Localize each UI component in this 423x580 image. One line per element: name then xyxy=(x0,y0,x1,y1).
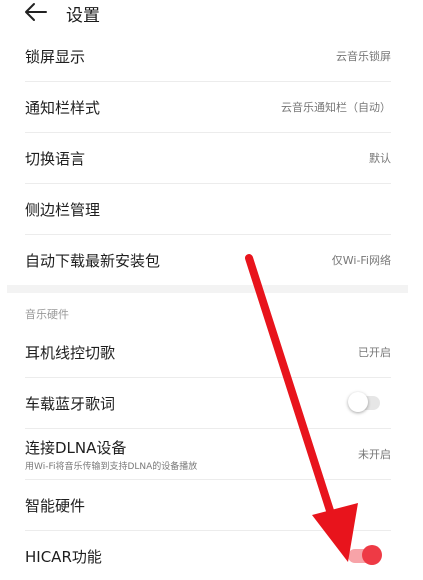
row-label: 通知栏样式 xyxy=(25,98,101,117)
divider xyxy=(25,234,391,235)
row-sublabel: 用Wi-Fi将音乐传输到支持DLNA的设备播放 xyxy=(25,462,198,472)
row-label: 切换语言 xyxy=(25,149,86,168)
row-smart-hardware[interactable]: 智能硬件 xyxy=(0,487,423,523)
row-headset-control[interactable]: 耳机线控切歌 已开启 xyxy=(0,334,423,370)
row-language[interactable]: 切换语言 默认 xyxy=(0,140,423,176)
toggle-knob xyxy=(362,545,382,565)
toggle-knob xyxy=(348,392,368,412)
hicar-toggle[interactable] xyxy=(348,545,382,565)
divider xyxy=(25,377,391,378)
row-car-bluetooth-lyrics[interactable]: 车载蓝牙歌词 xyxy=(0,385,423,421)
row-value: 默认 xyxy=(369,152,391,165)
row-lock-screen[interactable]: 锁屏显示 云音乐锁屏 xyxy=(0,38,423,74)
row-label: 锁屏显示 xyxy=(25,47,86,66)
row-label: HICAR功能 xyxy=(25,547,102,566)
divider xyxy=(25,183,391,184)
row-value: 仅Wi-Fi网络 xyxy=(331,254,391,267)
section-label-music-hardware: 音乐硬件 xyxy=(25,308,69,321)
divider xyxy=(25,428,391,429)
settings-page: 设置 锁屏显示 云音乐锁屏 通知栏样式 云音乐通知栏（自动） 切换语言 默认 侧… xyxy=(0,0,423,580)
divider xyxy=(25,132,391,133)
divider xyxy=(25,479,391,480)
row-label: 侧边栏管理 xyxy=(25,200,101,219)
row-auto-download[interactable]: 自动下载最新安装包 仅Wi-Fi网络 xyxy=(0,242,423,278)
row-dlna[interactable]: 连接DLNA设备 用Wi-Fi将音乐传输到支持DLNA的设备播放 未开启 xyxy=(0,434,423,474)
row-hicar[interactable]: HICAR功能 xyxy=(0,538,423,574)
row-value: 已开启 xyxy=(358,346,391,359)
page-title: 设置 xyxy=(66,6,100,26)
row-label: 耳机线控切歌 xyxy=(25,343,116,362)
row-value: 云音乐通知栏（自动） xyxy=(281,101,391,114)
row-label: 自动下载最新安装包 xyxy=(25,251,161,270)
row-sidebar-manage[interactable]: 侧边栏管理 xyxy=(0,191,423,227)
row-label: 智能硬件 xyxy=(25,496,86,515)
car-bluetooth-lyrics-toggle[interactable] xyxy=(348,392,380,412)
row-label: 连接DLNA设备 xyxy=(25,439,127,457)
row-value: 云音乐锁屏 xyxy=(336,50,391,63)
divider xyxy=(25,81,391,82)
row-value: 未开启 xyxy=(358,448,391,461)
divider xyxy=(25,530,391,531)
row-notification-style[interactable]: 通知栏样式 云音乐通知栏（自动） xyxy=(0,89,423,125)
row-label: 车载蓝牙歌词 xyxy=(25,394,116,413)
arrow-left-icon[interactable] xyxy=(24,2,48,22)
section-gap xyxy=(7,285,408,293)
top-bar: 设置 xyxy=(0,0,423,28)
